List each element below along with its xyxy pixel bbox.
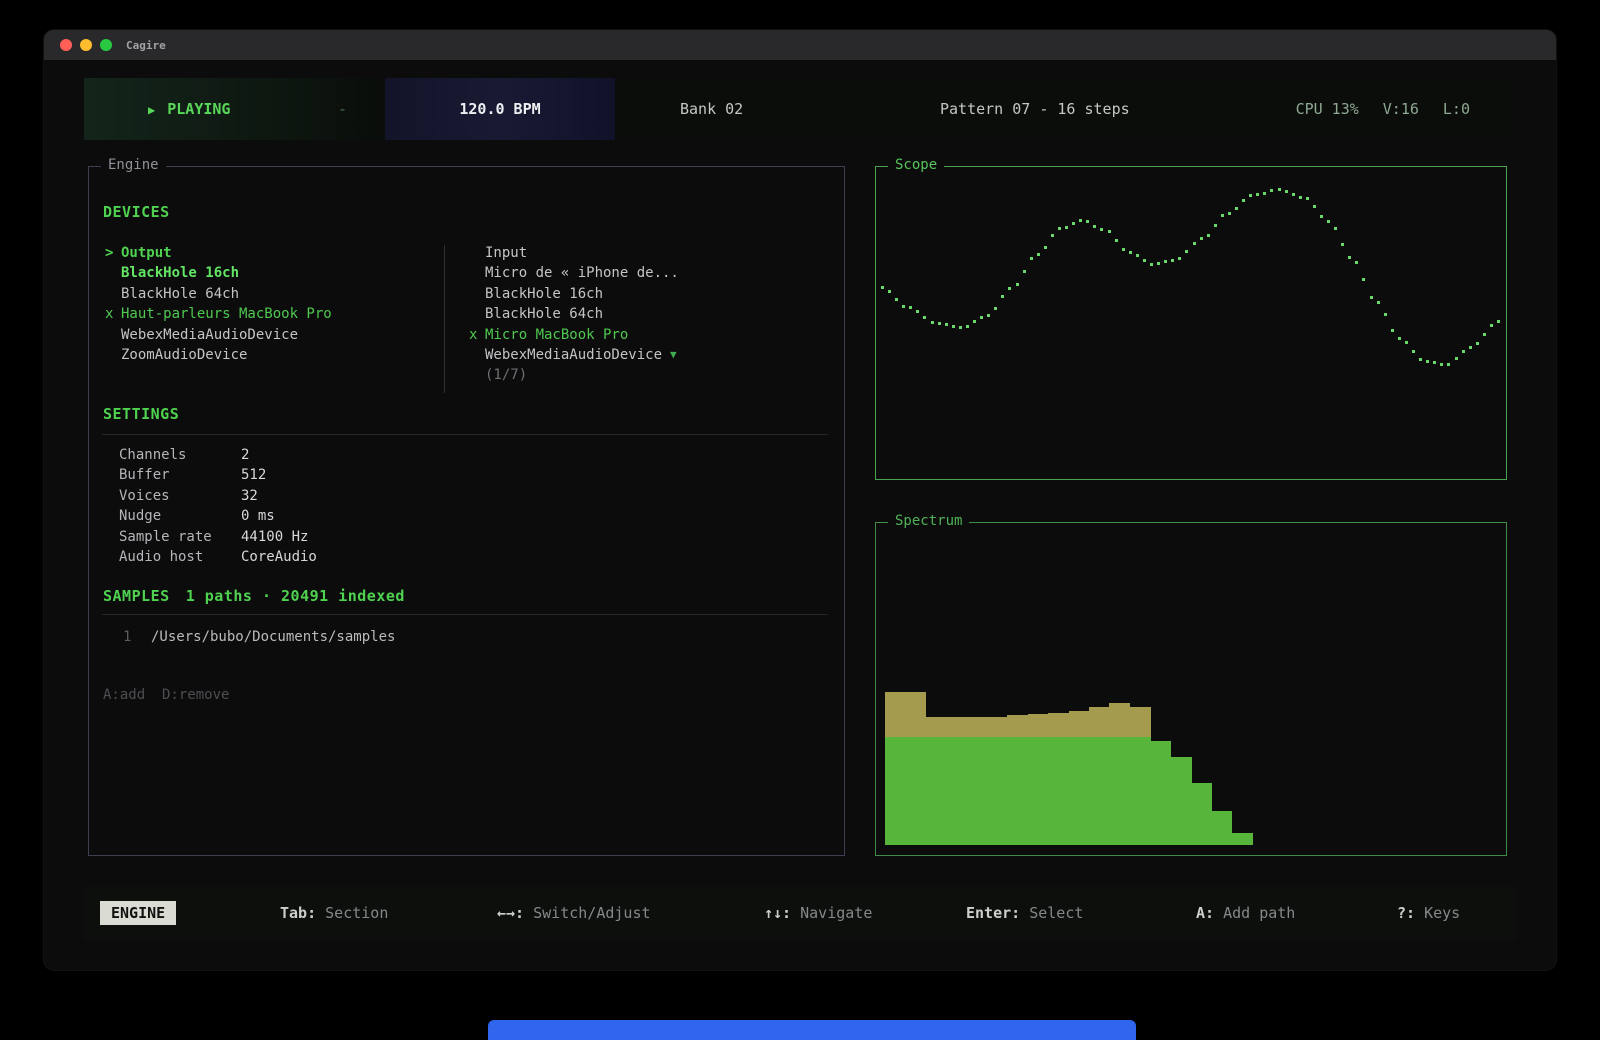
samples-info: 1 paths · 20491 indexed xyxy=(186,587,405,605)
divider xyxy=(102,614,828,615)
device-item[interactable]: BlackHole 16ch xyxy=(105,263,332,283)
minimize-button[interactable] xyxy=(80,39,92,51)
samples-label: SAMPLES xyxy=(103,587,170,605)
cpu-stats: CPU 13% V:16 L:0 xyxy=(1296,78,1470,140)
transport-status[interactable]: ▶ PLAYING xyxy=(148,78,230,140)
app-content: ▶ PLAYING - 120.0 BPM Bank 02 Pattern 07 … xyxy=(44,60,1556,970)
hint-navigate: ↑↓: Navigate xyxy=(764,886,872,940)
divider xyxy=(102,434,828,435)
app-window: Cagire ▶ PLAYING - 120.0 BPM Bank 02 Patt… xyxy=(44,30,1556,970)
zoom-button[interactable] xyxy=(100,39,112,51)
bank-display[interactable]: Bank 02 xyxy=(680,78,743,140)
samples-keys-hint: A:add D:remove xyxy=(103,687,229,703)
cpu-usage: CPU 13% xyxy=(1296,78,1359,140)
engine-panel-title: Engine xyxy=(101,157,166,173)
setting-row[interactable]: Sample rate44100 Hz xyxy=(119,527,317,547)
selection-cursor: > xyxy=(105,243,121,263)
setting-row[interactable]: Channels2 xyxy=(119,445,317,465)
status-bar: ▶ PLAYING - 120.0 BPM Bank 02 Pattern 07 … xyxy=(84,78,1516,140)
bpm-display[interactable]: 120.0 BPM xyxy=(385,78,615,140)
output-column-header[interactable]: >Output xyxy=(105,243,332,263)
setting-row[interactable]: Audio hostCoreAudio xyxy=(119,547,317,567)
dock-strip xyxy=(488,1020,1136,1040)
output-device-list: >Output BlackHole 16ch BlackHole 64ch xH… xyxy=(105,243,332,365)
setting-row[interactable]: Voices32 xyxy=(119,486,317,506)
pattern-display[interactable]: Pattern 07 - 16 steps xyxy=(940,78,1130,140)
scope-panel: Scope xyxy=(875,166,1507,480)
device-item[interactable]: BlackHole 64ch xyxy=(105,284,332,304)
sample-path-row[interactable]: 1 /Users/bubo/Documents/samples xyxy=(123,627,395,647)
hint-keys: ?: Keys xyxy=(1397,886,1460,940)
section-mode-badge[interactable]: ENGINE xyxy=(100,901,176,925)
spectrum-canvas xyxy=(877,524,1505,854)
footer-bar: ENGINE Tab: Section ←→: Switch/Adjust ↑↓… xyxy=(84,886,1516,940)
play-label: PLAYING xyxy=(167,100,230,118)
window-title: Cagire xyxy=(126,39,166,52)
setting-row[interactable]: Nudge0 ms xyxy=(119,506,317,526)
input-device-list: Input Micro de « iPhone de... BlackHole … xyxy=(469,243,679,386)
device-item[interactable]: WebexMediaAudioDevice xyxy=(105,325,332,345)
spectrum-panel: Spectrum xyxy=(875,522,1507,856)
hint-switch-adjust: ←→: Switch/Adjust xyxy=(497,886,651,940)
voices-count: V:16 xyxy=(1383,78,1419,140)
input-column-header[interactable]: Input xyxy=(469,243,679,263)
device-item[interactable]: BlackHole 64ch xyxy=(469,304,679,324)
close-button[interactable] xyxy=(60,39,72,51)
sample-path: /Users/bubo/Documents/samples xyxy=(151,627,395,647)
device-item[interactable]: ZoomAudioDevice xyxy=(105,345,332,365)
hint-add-path: A: Add path xyxy=(1196,886,1295,940)
engine-panel: Engine DEVICES >Output BlackHole 16ch Bl… xyxy=(88,166,845,856)
play-icon: ▶ xyxy=(148,103,155,117)
column-divider xyxy=(444,245,445,393)
traffic-lights xyxy=(60,39,112,51)
hint-select: Enter: Select xyxy=(966,886,1083,940)
setting-row[interactable]: Buffer512 xyxy=(119,465,317,485)
titlebar: Cagire xyxy=(44,30,1556,60)
statusbar-dash: - xyxy=(338,78,347,140)
samples-heading: SAMPLES 1 paths · 20491 indexed xyxy=(103,587,405,605)
scope-canvas xyxy=(877,168,1505,478)
devices-heading: DEVICES xyxy=(103,203,170,221)
input-pager: (1/7) xyxy=(469,365,679,385)
device-item[interactable]: xHaut-parleurs MacBook Pro xyxy=(105,304,332,324)
settings-heading: SETTINGS xyxy=(103,405,179,423)
latency-value: L:0 xyxy=(1443,78,1470,140)
device-item[interactable]: WebexMediaAudioDevice▼ xyxy=(469,345,679,365)
scroll-more-icon: ▼ xyxy=(670,345,677,365)
hint-tab: Tab: Section xyxy=(280,886,388,940)
device-item[interactable]: BlackHole 16ch xyxy=(469,284,679,304)
settings-table: Channels2 Buffer512 Voices32 Nudge0 ms S… xyxy=(119,445,317,567)
device-item[interactable]: xMicro MacBook Pro xyxy=(469,325,679,345)
device-item[interactable]: Micro de « iPhone de... xyxy=(469,263,679,283)
sample-path-index: 1 xyxy=(123,627,151,647)
